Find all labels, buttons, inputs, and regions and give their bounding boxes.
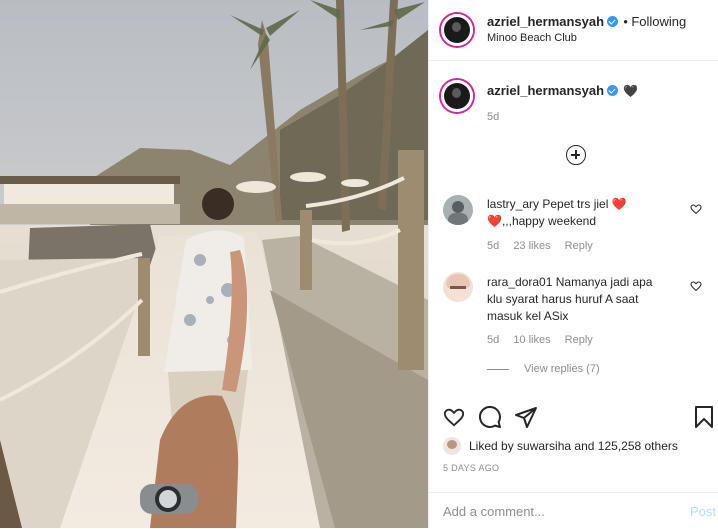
following-button[interactable]: Following [631,14,686,29]
username-link[interactable]: azriel_hermansyah [487,14,604,29]
liked-by-prefix: Liked by [469,439,514,453]
comment-username[interactable]: lastry_ary [487,197,539,211]
comment-bubble-icon[interactable] [478,405,502,429]
caption-emoji: 🖤 [623,84,639,98]
comment-text: Namanya jadi apa [555,275,653,289]
comment-input[interactable]: Add a comment... [443,504,545,519]
caption-time: 5d [487,111,500,123]
comment-likes-link[interactable]: 23 likes [513,240,550,252]
verified-badge-icon [607,16,619,27]
separator-dot: • [623,14,628,29]
red-heart-emoji: ❤️ [611,197,627,211]
liked-by-and: and [574,439,595,453]
post-button[interactable]: Post [690,504,716,519]
liked-by-user[interactable]: suwarsiha [517,439,571,453]
comment-item-2: rara_dora01 Namanya jadi apa klu syarat … [487,274,687,325]
comment-meta: 5d 10 likes Reply [487,334,593,346]
bookmark-icon[interactable] [693,405,715,429]
comment-time: 5d [487,240,500,252]
caption-username[interactable]: azriel_hermansyah [487,83,604,98]
replies-divider [487,369,509,370]
share-paper-plane-icon[interactable] [514,405,538,429]
comment-time: 5d [487,334,500,346]
instagram-post-modal: azriel_hermansyah • Following Minoo Beac… [0,0,718,528]
avatar[interactable] [441,14,473,46]
post-header: azriel_hermansyah • Following Minoo Beac… [429,0,718,61]
header-user-row: azriel_hermansyah • Following [487,14,686,29]
post-photo[interactable] [0,0,428,528]
comment-text: Pepet trs jiel [542,197,609,211]
heart-icon[interactable] [690,280,702,292]
liked-by-avatar[interactable] [443,437,461,455]
comment-item-1: lastry_ary Pepet trs jiel ❤️ ❤️,,,happy … [487,196,687,230]
red-heart-emoji: ❤️ [487,214,502,228]
comment-text: klu syarat harus huruf A saat [487,292,639,306]
comment-avatar[interactable] [443,195,473,225]
comment-text: masuk kel ASix [487,309,569,323]
location-link[interactable]: Minoo Beach Club [487,32,577,44]
plus-circle-icon[interactable] [566,145,586,165]
comment-avatar[interactable] [443,272,473,302]
comment-meta: 5d 23 likes Reply [487,240,593,252]
comment-text: ,,,happy weekend [501,214,597,228]
view-replies-button[interactable]: View replies (7) [524,363,600,375]
beach-walkway-photo [0,0,428,528]
liked-by-row: Liked by suwarsiha and 125,258 others [469,439,678,453]
verified-badge-icon [607,85,619,96]
like-heart-icon[interactable] [442,406,466,428]
add-comment-bar: Add a comment... Post [429,492,718,529]
reply-button[interactable]: Reply [565,240,593,252]
post-details-panel: azriel_hermansyah • Following Minoo Beac… [428,0,718,528]
caption-row: azriel_hermansyah 🖤 [487,83,638,98]
comment-likes-link[interactable]: 10 likes [513,334,550,346]
liked-by-count[interactable]: 125,258 others [598,439,678,453]
heart-icon[interactable] [690,203,702,215]
reply-button[interactable]: Reply [565,334,593,346]
comment-username[interactable]: rara_dora01 [487,275,552,289]
caption-avatar[interactable] [441,80,473,112]
post-date[interactable]: 5 DAYS AGO [443,463,499,473]
